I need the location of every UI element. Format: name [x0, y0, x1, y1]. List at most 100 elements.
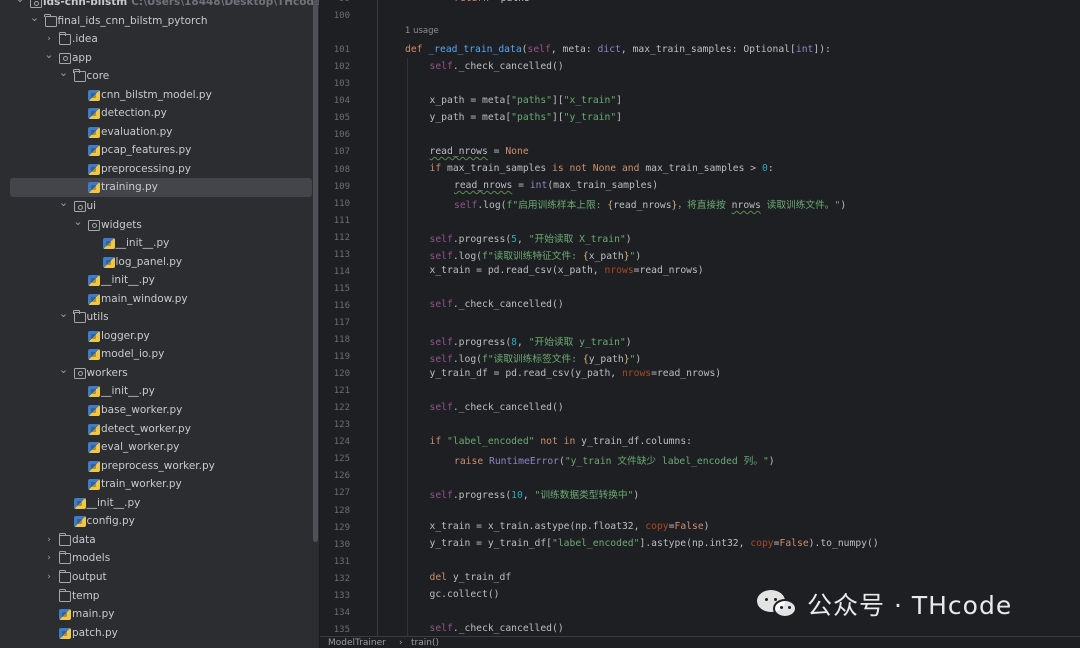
breadcrumb-class[interactable]: ModelTrainer: [328, 637, 386, 648]
code-line[interactable]: x_path = meta["paths"]["x_train"]: [430, 95, 623, 106]
code-line[interactable]: y_train_df = pd.read_csv(y_path, nrows=r…: [430, 368, 722, 379]
chevron-down-icon[interactable]: ⌄: [59, 64, 69, 83]
folder-icon: [58, 551, 71, 565]
tree-folder[interactable]: ⌄ final_ids_cnn_bilstm_pytorch: [0, 9, 320, 31]
code-line[interactable]: self._check_cancelled(): [430, 61, 564, 72]
tree-file[interactable]: main_window.py: [0, 290, 320, 309]
tree-file[interactable]: log_panel.py: [0, 253, 320, 272]
usage-hint[interactable]: 1 usage: [405, 26, 439, 36]
tree-scrollbar[interactable]: [313, 0, 318, 542]
code-line[interactable]: self.progress(5, "开始读取 X_train"): [430, 231, 632, 245]
tree-item-label: data: [72, 533, 96, 546]
tree-folder[interactable]: ⌄ core: [0, 64, 320, 86]
python-file-icon: [88, 405, 100, 417]
tree-file[interactable]: pcap_features.py: [0, 141, 320, 160]
line-number: 133: [333, 590, 350, 601]
code-line[interactable]: self.log(f"读取训练特征文件: {x_path}"): [430, 248, 642, 262]
tree-item-label: evaluation.py: [101, 125, 173, 138]
code-line[interactable]: read_nrows = None: [430, 146, 529, 157]
code-line[interactable]: gc.collect(): [430, 589, 500, 600]
chevron-down-icon[interactable]: ⌄: [30, 9, 40, 28]
tree-folder[interactable]: ⌄ ids-cnn-bilstmC:\Users\18448\Desktop\TH…: [0, 0, 320, 12]
tree-file[interactable]: __init__.py: [0, 271, 320, 290]
line-number: 125: [333, 454, 350, 465]
tree-folder[interactable]: temp: [0, 587, 320, 606]
tree-folder[interactable]: › data: [0, 531, 320, 550]
chevron-right-icon[interactable]: ›: [44, 531, 54, 550]
tree-file[interactable]: model_io.py: [0, 345, 320, 364]
python-file-icon: [88, 330, 100, 342]
tree-file[interactable]: eval_worker.py: [0, 438, 320, 457]
line-number: 130: [333, 539, 350, 550]
tree-item-label: cnn_bilstm_model.py: [101, 88, 212, 101]
code-line[interactable]: self.log(f"启用训练样本上限: {read_nrows}，将直接按 n…: [454, 197, 846, 211]
tree-file[interactable]: evaluation.py: [0, 123, 320, 142]
folder-icon: [58, 532, 71, 546]
tree-file[interactable]: detect_worker.py: [0, 420, 320, 439]
project-tree-panel[interactable]: ⌄ids-cnn-bilstmC:\Users\18448\Desktop\TH…: [0, 0, 320, 648]
chevron-down-icon[interactable]: ⌄: [73, 213, 83, 232]
tree-file[interactable]: training.py: [10, 178, 312, 198]
tree-folder[interactable]: ⌄ utils: [0, 305, 320, 327]
watermark: 公众号 · THcode: [757, 586, 1012, 622]
line-number: 108: [333, 164, 350, 175]
chevron-right-icon[interactable]: ›: [44, 568, 54, 587]
tree-file[interactable]: cnn_bilstm_model.py: [0, 86, 320, 105]
tree-folder[interactable]: ⌄ workers: [0, 361, 320, 383]
python-file-icon: [88, 386, 100, 398]
tree-folder[interactable]: › models: [0, 549, 320, 568]
tree-file[interactable]: preprocess_worker.py: [0, 457, 320, 476]
code-line[interactable]: self.log(f"读取训练标签文件: {y_path}"): [430, 351, 642, 365]
line-number: 132: [333, 573, 350, 584]
tree-file[interactable]: config.py: [0, 512, 320, 531]
line-number: 119: [333, 352, 350, 363]
code-line[interactable]: x_train = pd.read_csv(x_path, nrows=read…: [430, 265, 704, 276]
tree-file[interactable]: __init__.py: [0, 382, 320, 401]
chevron-down-icon[interactable]: ⌄: [59, 361, 69, 380]
line-number: 99: [320, 0, 350, 4]
code-line[interactable]: self._check_cancelled(): [430, 299, 564, 310]
tree-file[interactable]: patch.py: [0, 624, 320, 643]
line-number: 100: [333, 11, 350, 22]
code-line[interactable]: if max_train_samples is not None and max…: [430, 163, 774, 174]
code-line[interactable]: raise RuntimeError("y_train 文件缺少 label_e…: [454, 453, 775, 467]
code-line[interactable]: self.progress(8, "开始读取 y_train"): [430, 334, 632, 348]
code-line[interactable]: x_train = x_train.astype(np.float32, cop…: [430, 521, 710, 532]
code-editor[interactable]: 99 100 101 102 103 104 105 106 107 108 109 110 111 11…: [320, 0, 1080, 648]
breadcrumb-bar: ModelTrainer › train(): [320, 636, 1080, 648]
chevron-down-icon[interactable]: ⌄: [44, 46, 54, 65]
module-folder-icon: [88, 219, 100, 231]
tree-file[interactable]: base_worker.py: [0, 401, 320, 420]
tree-file[interactable]: train_worker.py: [0, 475, 320, 494]
chevron-down-icon[interactable]: ⌄: [15, 0, 25, 9]
tree-folder[interactable]: › output: [0, 568, 320, 587]
module-folder-icon: [73, 201, 86, 213]
tree-file[interactable]: logger.py: [0, 327, 320, 346]
code-line[interactable]: if "label_encoded" not in y_train_df.col…: [430, 436, 693, 447]
code-line[interactable]: self._check_cancelled(): [430, 402, 564, 413]
chevron-right-icon[interactable]: ›: [44, 549, 54, 568]
tree-file[interactable]: __init__.py: [0, 234, 320, 253]
tree-file[interactable]: detection.py: [0, 104, 320, 123]
code-line[interactable]: del y_train_df: [430, 572, 512, 583]
tree-file[interactable]: __init__.py: [0, 494, 320, 513]
code-line[interactable]: read_nrows = int(max_train_samples): [454, 180, 658, 191]
line-number: 113: [333, 249, 350, 260]
line-number: 124: [333, 437, 350, 448]
tree-folder[interactable]: ⌄ app: [0, 46, 320, 68]
tree-file[interactable]: main.py: [0, 605, 320, 624]
code-line[interactable]: return paths: [454, 0, 530, 4]
tree-folder[interactable]: ⌄ ui: [0, 194, 320, 216]
code-line[interactable]: self.progress(10, "训练数据类型转换中"): [430, 487, 640, 501]
code-line[interactable]: y_path = meta["paths"]["y_train"]: [430, 112, 623, 123]
line-number: 122: [333, 403, 350, 414]
chevron-down-icon[interactable]: ⌄: [59, 305, 69, 324]
code-line[interactable]: def _read_train_data(self, meta: dict, m…: [405, 44, 831, 55]
tree-file[interactable]: preprocessing.py: [0, 160, 320, 179]
code-line[interactable]: y_train = y_train_df["label_encoded"].as…: [430, 538, 879, 549]
breadcrumb-method[interactable]: train(): [411, 637, 439, 648]
python-file-icon: [88, 460, 100, 472]
tree-folder[interactable]: ⌄ widgets: [0, 213, 320, 235]
chevron-down-icon[interactable]: ⌄: [59, 194, 69, 213]
code-line[interactable]: self._check_cancelled(): [430, 623, 564, 634]
